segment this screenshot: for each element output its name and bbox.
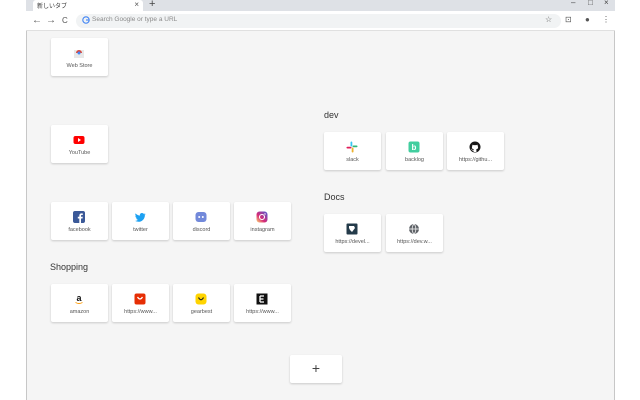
tile-label: facebook [68, 227, 91, 233]
tile-label: discord [192, 227, 211, 233]
tile-label: slack [346, 157, 359, 163]
tile-discord[interactable]: discord [173, 202, 230, 240]
chrome-web-store-icon [74, 50, 84, 58]
tile-youtube[interactable]: YouTube [51, 125, 108, 163]
tile-label: amazon [69, 309, 90, 315]
developer-docs-icon [346, 223, 358, 235]
tile-aliexpress[interactable]: https://www... [112, 284, 169, 322]
aliexpress-icon [134, 293, 146, 305]
tile-gearbest[interactable]: gearbest [173, 284, 230, 322]
group-title-docs: Docs [324, 192, 345, 202]
group-title-shopping: Shopping [50, 262, 89, 272]
tab-title: 新しいタブ [37, 4, 68, 10]
svg-text:b: b [412, 143, 417, 152]
gearbest-icon [195, 293, 207, 305]
tile-label: backlog [405, 157, 424, 163]
tile-instagram[interactable]: instagram [234, 202, 291, 240]
tab-close-icon[interactable]: × [134, 0, 139, 10]
tile-docs-dev-w[interactable]: https://dev.w... [386, 214, 443, 252]
reload-icon[interactable]: C [62, 15, 68, 27]
github-icon [469, 141, 481, 153]
extensions-icon[interactable]: ⊡ [565, 14, 572, 26]
twitter-icon [135, 213, 146, 222]
facebook-icon [73, 211, 85, 223]
add-shortcut-button[interactable]: + [290, 355, 342, 383]
omnibox-placeholder: Search Google or type a URL [92, 16, 178, 23]
close-window-icon[interactable]: × [604, 0, 609, 7]
tile-facebook[interactable]: facebook [51, 202, 108, 240]
discord-icon [195, 212, 207, 222]
svg-text:a: a [76, 293, 82, 303]
plus-icon: + [311, 360, 321, 376]
tile-label: instagram [250, 227, 275, 233]
tile-amazon[interactable]: a amazon [51, 284, 108, 322]
tile-docs-developer[interactable]: https://devel... [324, 214, 381, 252]
tile-label: gearbest [190, 309, 213, 315]
tile-label: twitter [133, 227, 148, 233]
tile-slack[interactable]: slack [324, 132, 381, 170]
tile-github[interactable]: https://githu... [447, 132, 504, 170]
tile-label: YouTube [68, 150, 91, 156]
backlog-icon: b [408, 141, 420, 153]
profile-icon[interactable]: ● [585, 14, 590, 26]
tile-label: Web Store [66, 63, 93, 69]
bookmark-star-icon[interactable]: ☆ [545, 14, 552, 26]
amazon-icon: a [75, 293, 83, 304]
globe-icon [409, 223, 419, 235]
tile-label: https://www... [246, 309, 279, 315]
tile-elementor[interactable]: https://www... [234, 284, 291, 322]
tile-label: https://dev.w... [397, 239, 432, 245]
maximize-icon[interactable]: □ [588, 0, 593, 7]
tile-label: https://www... [124, 309, 157, 315]
instagram-icon [256, 211, 268, 223]
omnibox[interactable]: Search Google or type a URL [76, 14, 561, 28]
slack-icon [346, 141, 358, 153]
browser-window [26, 0, 615, 400]
tile-label: https://githu... [458, 157, 493, 163]
group-title-dev: dev [324, 110, 339, 120]
tile-twitter[interactable]: twitter [112, 202, 169, 240]
elementor-icon [256, 293, 268, 305]
menu-icon[interactable]: ⋮ [602, 14, 610, 26]
tile-web-store[interactable]: Web Store [51, 38, 108, 76]
youtube-icon [73, 136, 85, 144]
tile-backlog[interactable]: b backlog [386, 132, 443, 170]
tile-label: https://devel... [335, 239, 370, 245]
new-tab-button[interactable]: + [149, 0, 155, 10]
google-g-icon [82, 16, 90, 24]
back-icon[interactable]: ← [32, 15, 42, 27]
minimize-icon[interactable]: – [571, 0, 575, 7]
forward-icon[interactable]: → [46, 15, 56, 27]
